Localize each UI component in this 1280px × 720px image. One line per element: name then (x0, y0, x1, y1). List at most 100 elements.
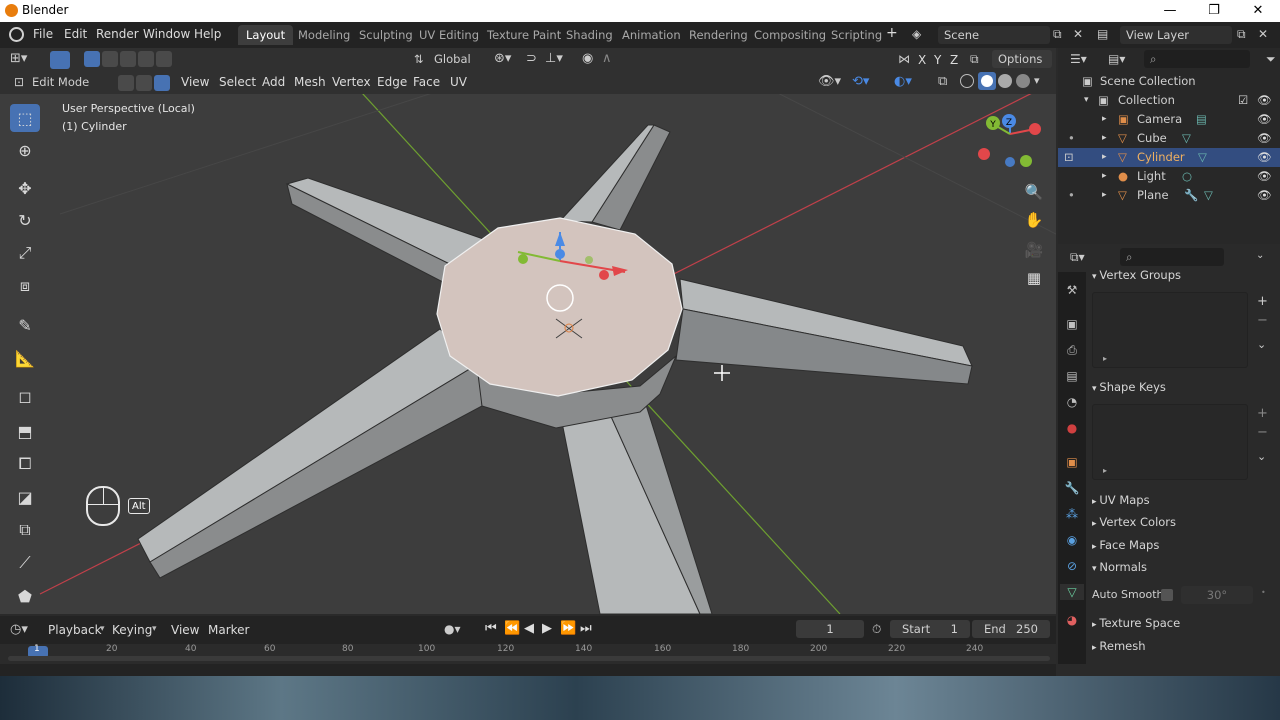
auto-merge-icon[interactable]: ⧉ (970, 52, 979, 67)
expand-arrow-icon[interactable]: ▸ (1103, 354, 1107, 363)
outliner-item-light[interactable]: ▸ ● Light ○ 👁 (1058, 167, 1280, 186)
play-icon[interactable]: ▶ (542, 621, 552, 636)
menu-add[interactable]: Add (262, 72, 285, 92)
camera-view-icon[interactable]: 🎥 (1022, 238, 1046, 262)
loop-cut-tool-icon[interactable]: ⧉ (10, 516, 40, 544)
object-tab-icon[interactable]: ▣ (1064, 454, 1080, 470)
expand-arrow-icon[interactable]: ▸ (1102, 110, 1107, 129)
blender-menu-icon[interactable] (9, 27, 24, 42)
mirror-x-toggle[interactable]: X (918, 50, 926, 70)
solid-shading-icon[interactable] (978, 72, 996, 90)
vertex-select-mode-icon[interactable] (118, 75, 134, 91)
tab-shading[interactable]: Shading (558, 25, 621, 45)
eye-icon[interactable]: 👁 (1257, 148, 1272, 167)
jump-keyframe-back-icon[interactable]: ⏪ (504, 621, 520, 636)
mirror-y-toggle[interactable]: Y (934, 50, 941, 70)
view-layer-icon[interactable]: ▤ (1097, 27, 1108, 41)
mesh-data-tab-icon[interactable]: ▽ (1060, 584, 1084, 600)
rotate-tool-icon[interactable]: ↻ (10, 206, 40, 234)
physics-tab-icon[interactable]: ◉ (1064, 532, 1080, 548)
bevel-tool-icon[interactable]: ◪ (10, 483, 40, 511)
material-tab-icon[interactable]: ◕ (1064, 612, 1080, 628)
eye-icon[interactable]: 👁 (1257, 91, 1272, 110)
menu-window[interactable]: Window (143, 27, 190, 41)
menu-file[interactable]: File (33, 27, 53, 41)
eye-icon[interactable]: 👁 (1257, 167, 1272, 186)
outliner-search-input[interactable]: ⌕ (1144, 50, 1250, 68)
menu-edge[interactable]: Edge (377, 72, 407, 92)
expand-arrow-icon[interactable]: ▸ (1102, 167, 1107, 186)
frame-ruler[interactable]: 1 20 40 60 80 100 120 140 160 180 200 22… (0, 644, 1056, 664)
checkbox-icon[interactable]: ☑ (1238, 91, 1248, 110)
tab-rendering[interactable]: Rendering (681, 25, 756, 45)
overlay-toggle-icon[interactable]: ◐▾ (894, 74, 912, 89)
shading-options-chevron-icon[interactable]: ▾ (1034, 74, 1040, 87)
outliner-item-camera[interactable]: ▸ ▣ Camera ▤ 👁 (1058, 110, 1280, 129)
start-frame-field[interactable]: Start 1 (890, 620, 970, 638)
annotate-tool-icon[interactable]: ✎ (10, 311, 40, 339)
proportional-edit-icon[interactable]: ◉ (582, 51, 593, 66)
move-tool-icon[interactable]: ✥ (10, 174, 40, 202)
filter-icon[interactable]: ⏷ (1266, 52, 1276, 67)
select-tool-mode-icon[interactable] (50, 51, 70, 69)
output-tab-icon[interactable]: ⎙ (1064, 342, 1080, 358)
timeline-editor-type-icon[interactable]: ◷▾ (10, 622, 28, 637)
add-shape-key-button[interactable]: + (1257, 406, 1268, 421)
remove-vertex-group-button[interactable]: − (1257, 313, 1268, 328)
particles-tab-icon[interactable]: ⁂ (1064, 506, 1080, 522)
3d-viewport[interactable]: Z Y User Perspective (Local) (1) Cylinde… (0, 94, 1056, 614)
select-intersect-icon[interactable] (156, 51, 172, 67)
shape-keys-list[interactable]: ▸ (1092, 404, 1248, 480)
extrude-tool-icon[interactable]: ⬒ (10, 417, 40, 445)
constraints-tab-icon[interactable]: ⊘ (1064, 558, 1080, 574)
properties-editor-type-icon[interactable]: ⧉▾ (1070, 250, 1085, 265)
tab-uv-editing[interactable]: UV Editing (411, 25, 487, 45)
menu-render[interactable]: Render (96, 27, 139, 41)
wireframe-shading-icon[interactable] (960, 74, 974, 88)
expand-arrow-icon[interactable]: ▸ (1102, 148, 1107, 167)
end-frame-field[interactable]: End 250 (972, 620, 1050, 638)
poly-build-tool-icon[interactable]: ⬟ (10, 582, 40, 610)
mirror-z-toggle[interactable]: Z (950, 50, 958, 70)
menu-playback[interactable]: Playback (48, 620, 102, 640)
remesh-header[interactable]: ▸ Remesh (1092, 639, 1146, 653)
vertex-groups-list[interactable]: ▸ (1092, 292, 1248, 368)
play-reverse-icon[interactable]: ◀ (524, 621, 534, 636)
scale-tool-icon[interactable]: ⤢ (10, 239, 40, 267)
tab-scripting[interactable]: Scripting (823, 25, 890, 45)
select-extend-icon[interactable] (102, 51, 118, 67)
new-view-layer-icon[interactable]: ⧉ (1237, 27, 1246, 42)
render-tab-icon[interactable]: ▣ (1064, 316, 1080, 332)
texture-space-header[interactable]: ▸ Texture Space (1092, 616, 1180, 630)
eye-icon[interactable]: 👁 (1257, 129, 1272, 148)
vertex-colors-header[interactable]: ▸ Vertex Colors (1092, 515, 1176, 529)
tool-tab-icon[interactable]: ⚒ (1064, 282, 1080, 298)
add-vertex-group-button[interactable]: + (1257, 294, 1268, 309)
menu-help[interactable]: Help (194, 27, 221, 41)
select-invert-icon[interactable] (138, 51, 154, 67)
outliner-item-cylinder[interactable]: ⊡ ▸ ▽ Cylinder ▽ 👁 (1058, 148, 1280, 167)
outliner-editor-type-icon[interactable]: ☰▾ (1070, 52, 1087, 66)
material-shading-icon[interactable] (998, 74, 1012, 88)
expand-arrow-icon[interactable]: ▸ (1102, 186, 1107, 205)
add-cube-tool-icon[interactable]: ◻ (10, 382, 40, 410)
vertex-groups-header[interactable]: ▾ Vertex Groups (1092, 268, 1181, 282)
world-tab-icon[interactable]: ● (1064, 420, 1080, 436)
view-layer-tab-icon[interactable]: ▤ (1064, 368, 1080, 384)
chevron-down-icon[interactable]: ⌄ (1256, 250, 1264, 261)
pivot-point-icon[interactable]: ⊛▾ (494, 51, 511, 66)
display-mode-icon[interactable]: ▤▾ (1108, 52, 1125, 66)
jump-end-icon[interactable]: ⏭ (580, 621, 592, 636)
proportional-falloff-icon[interactable]: ∧ (602, 51, 612, 66)
shape-key-specials-icon[interactable]: ⌄ (1257, 450, 1266, 463)
menu-keying[interactable]: Keying (112, 620, 152, 640)
edge-select-mode-icon[interactable] (136, 75, 152, 91)
menu-select[interactable]: Select (219, 72, 256, 92)
delete-scene-icon[interactable]: ✕ (1073, 27, 1083, 41)
menu-mesh[interactable]: Mesh (294, 72, 326, 92)
menu-edit[interactable]: Edit (64, 27, 87, 41)
eye-icon[interactable]: 👁 (1257, 110, 1272, 129)
view-layer-field[interactable]: View Layer (1120, 26, 1232, 44)
face-maps-header[interactable]: ▸ Face Maps (1092, 538, 1159, 552)
select-box-tool-icon[interactable]: ⬚ (10, 104, 40, 132)
